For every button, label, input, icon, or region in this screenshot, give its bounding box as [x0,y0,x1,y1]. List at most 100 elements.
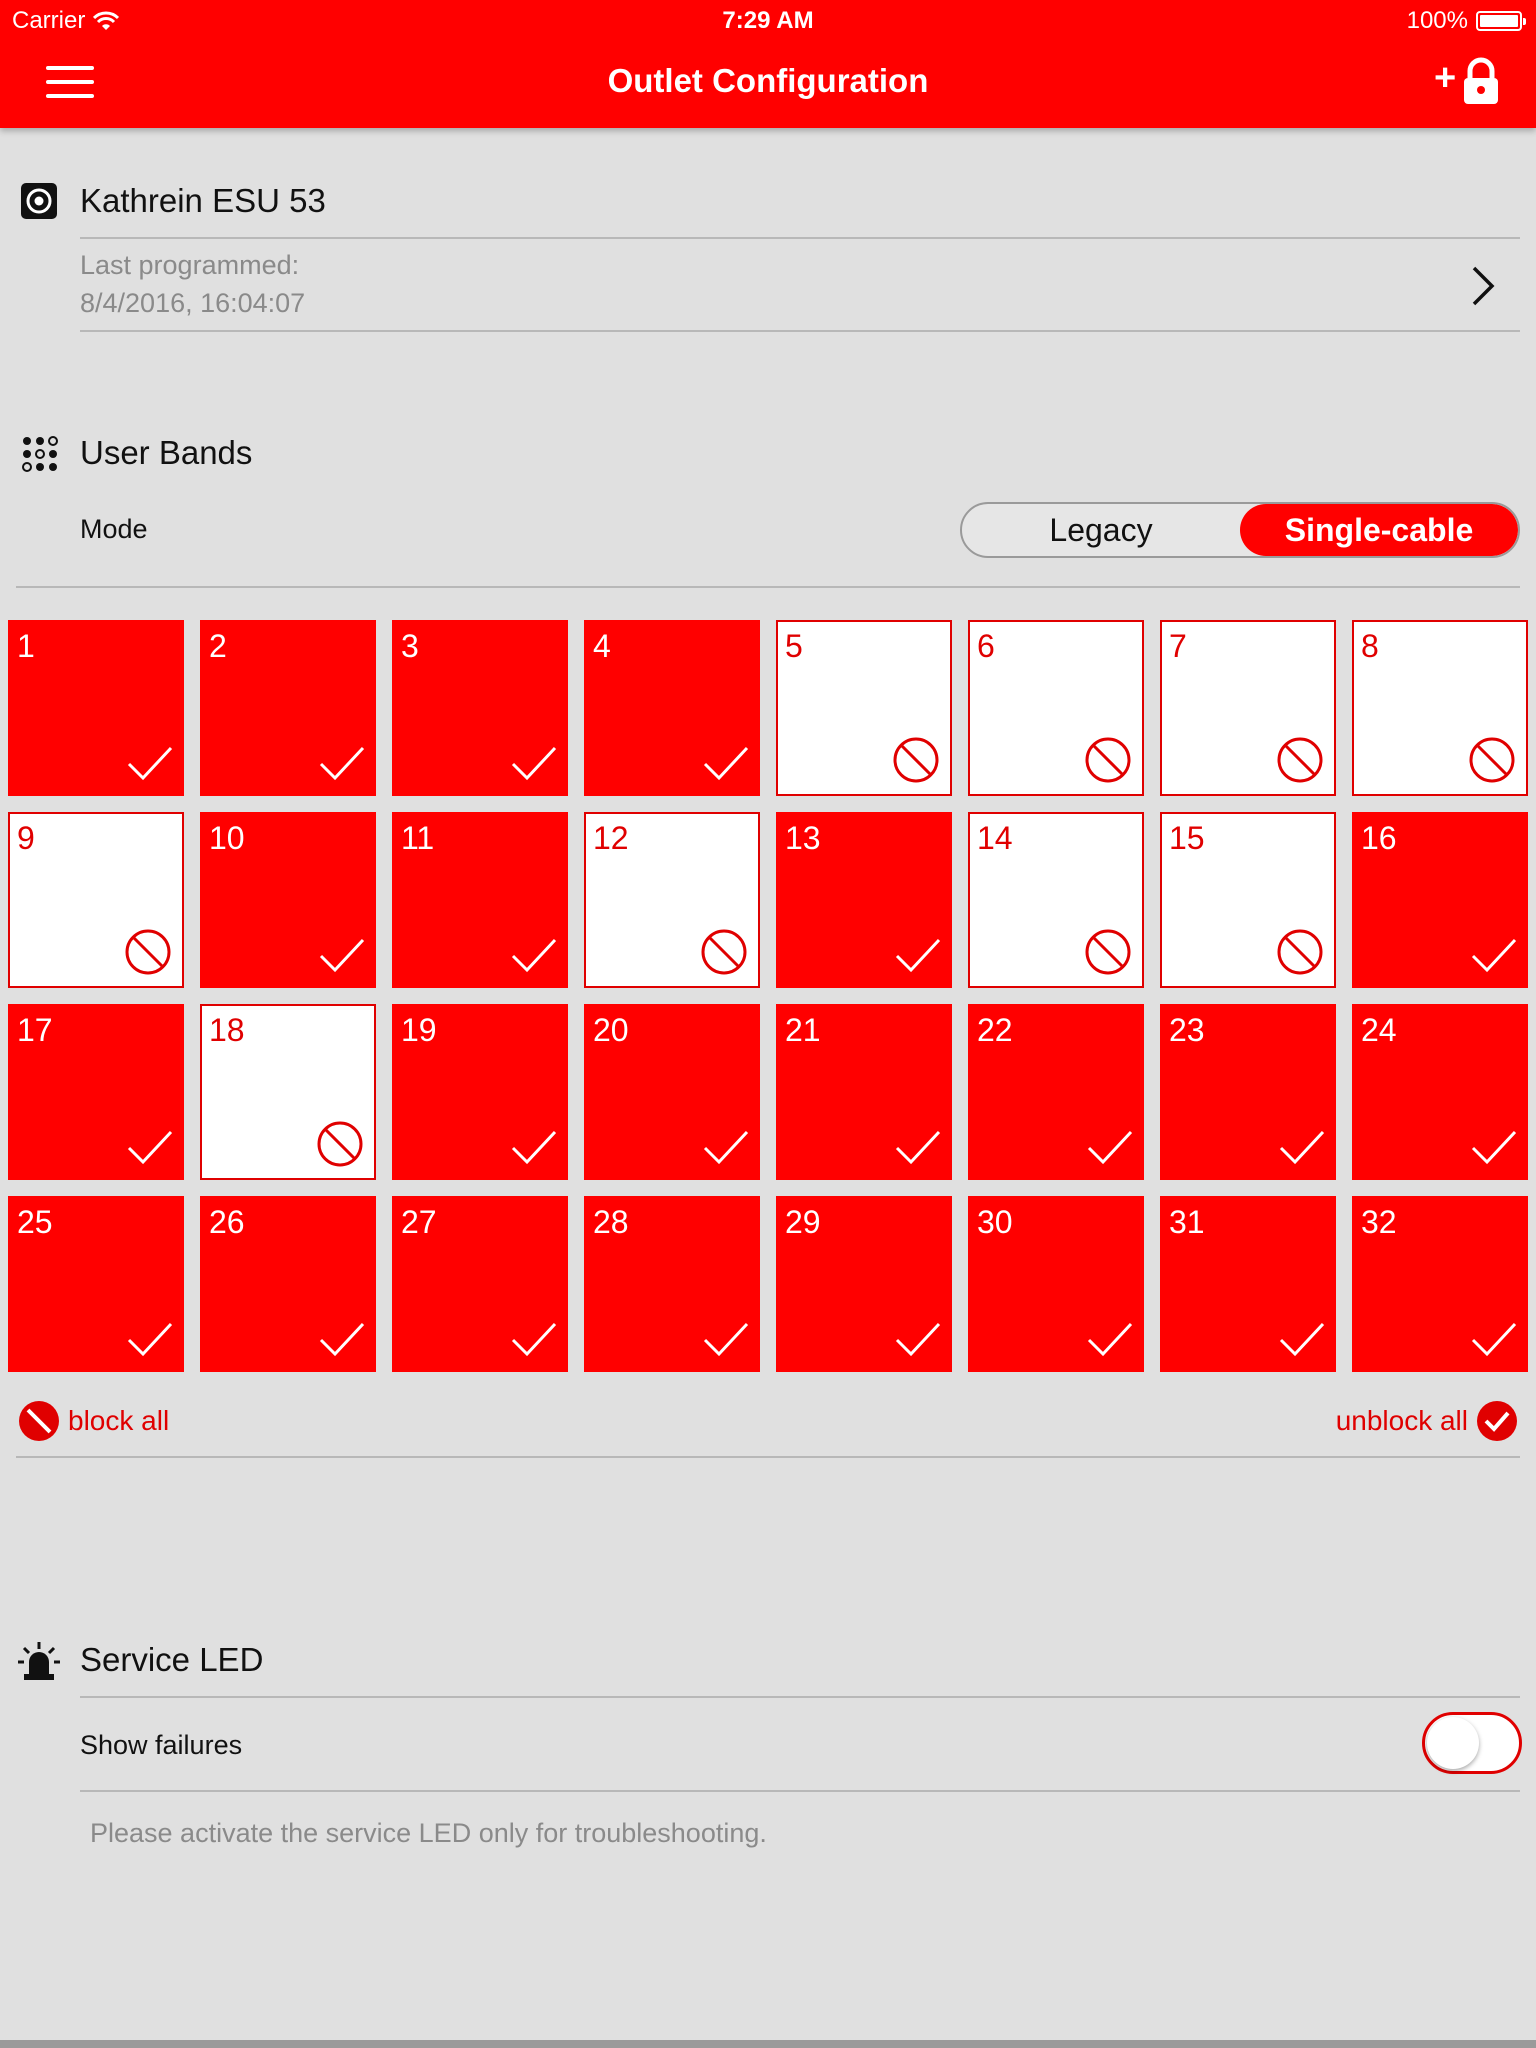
check-icon [895,1130,941,1165]
mode-option-single-cable[interactable]: Single-cable [1240,504,1518,556]
user-band-number: 17 [17,1012,53,1048]
block-all-label: block all [68,1405,170,1436]
user-band-number: 25 [17,1204,53,1240]
user-band-number: 30 [977,1204,1013,1240]
user-band-cell[interactable]: 24 [1352,1004,1528,1180]
user-band-number: 27 [401,1204,437,1240]
user-band-cell[interactable]: 6 [968,620,1144,796]
user-band-cell[interactable]: 25 [8,1196,184,1372]
unblock-all-button[interactable]: unblock all [1336,1400,1518,1442]
block-icon [125,929,171,975]
user-band-number: 16 [1361,820,1397,856]
check-icon [703,1322,749,1357]
check-icon [1279,1130,1325,1165]
battery-indicator: 100% [1407,7,1526,35]
user-band-cell[interactable]: 30 [968,1196,1144,1372]
user-band-number: 26 [209,1204,245,1240]
check-icon [127,746,173,781]
service-led-note: Please activate the service LED only for… [90,1818,767,1848]
user-band-number: 5 [785,628,803,664]
battery-icon [1476,11,1526,31]
block-icon [701,929,747,975]
user-band-cell[interactable]: 28 [584,1196,760,1372]
user-band-number: 23 [1169,1012,1205,1048]
user-band-number: 1 [17,628,35,664]
check-icon [127,1322,173,1357]
last-programmed-label: Last programmed: [80,250,300,280]
check-icon [1087,1130,1133,1165]
user-band-cell[interactable]: 10 [200,812,376,988]
siren-icon [18,1642,60,1680]
user-band-cell[interactable]: 4 [584,620,760,796]
last-programmed-row[interactable]: Last programmed: 8/4/2016, 16:04:07 [80,250,1520,330]
user-band-cell[interactable]: 21 [776,1004,952,1180]
user-band-cell[interactable]: 26 [200,1196,376,1372]
user-band-cell[interactable]: 8 [1352,620,1528,796]
show-failures-toggle[interactable] [1422,1712,1522,1774]
check-icon [511,938,557,973]
user-band-cell[interactable]: 11 [392,812,568,988]
user-band-cell[interactable]: 17 [8,1004,184,1180]
check-circle-icon [1477,1401,1517,1441]
user-band-number: 6 [977,628,995,664]
user-band-cell[interactable]: 12 [584,812,760,988]
check-icon [1471,1130,1517,1165]
block-icon [317,1121,363,1167]
user-band-cell[interactable]: 1 [8,620,184,796]
add-lock-button[interactable]: + [1430,56,1506,106]
mode-label: Mode [80,514,148,544]
check-icon [703,746,749,781]
divider [16,586,1520,588]
user-band-cell[interactable]: 27 [392,1196,568,1372]
user-band-number: 31 [1169,1204,1205,1240]
check-icon [1087,1322,1133,1357]
user-band-number: 8 [1361,628,1379,664]
user-band-cell[interactable]: 20 [584,1004,760,1180]
user-band-cell[interactable]: 16 [1352,812,1528,988]
user-band-cell[interactable]: 22 [968,1004,1144,1180]
user-band-number: 22 [977,1012,1013,1048]
block-icon [1085,929,1131,975]
user-band-number: 4 [593,628,611,664]
divider [80,1696,1520,1698]
check-icon [1471,1322,1517,1357]
user-band-cell[interactable]: 3 [392,620,568,796]
user-band-cell[interactable]: 9 [8,812,184,988]
user-band-cell[interactable]: 23 [1160,1004,1336,1180]
user-bands-title: User Bands [80,434,253,471]
user-band-number: 21 [785,1012,821,1048]
user-band-number: 2 [209,628,227,664]
block-all-button[interactable]: block all [18,1400,169,1442]
check-icon [1471,938,1517,973]
user-band-cell[interactable]: 29 [776,1196,952,1372]
service-led-title: Service LED [80,1641,264,1678]
last-programmed-value: 8/4/2016, 16:04:07 [80,288,306,318]
user-band-cell[interactable]: 18 [200,1004,376,1180]
chevron-right-icon [1472,266,1495,306]
user-band-cell[interactable]: 7 [1160,620,1336,796]
user-band-cell[interactable]: 13 [776,812,952,988]
bottom-edge [0,2040,1536,2048]
user-band-cell[interactable]: 31 [1160,1196,1336,1372]
check-icon [895,938,941,973]
check-icon [319,1322,365,1357]
show-failures-label: Show failures [80,1730,243,1760]
user-band-number: 7 [1169,628,1187,664]
user-band-cell[interactable]: 19 [392,1004,568,1180]
mode-segmented-control: Legacy Single-cable [960,502,1520,558]
user-band-cell[interactable]: 5 [776,620,952,796]
mode-option-legacy[interactable]: Legacy [962,504,1240,556]
check-icon [511,1322,557,1357]
check-icon [1279,1322,1325,1357]
check-icon [319,746,365,781]
block-icon [1085,737,1131,783]
check-icon [319,938,365,973]
user-band-cell[interactable]: 15 [1160,812,1336,988]
user-band-cell[interactable]: 32 [1352,1196,1528,1372]
user-band-cell[interactable]: 2 [200,620,376,796]
check-icon [703,1130,749,1165]
user-band-number: 19 [401,1012,437,1048]
user-band-number: 9 [17,820,35,856]
user-band-cell[interactable]: 14 [968,812,1144,988]
top-bar: Carrier 7:29 AM 100% Outlet Configuratio… [0,0,1536,128]
